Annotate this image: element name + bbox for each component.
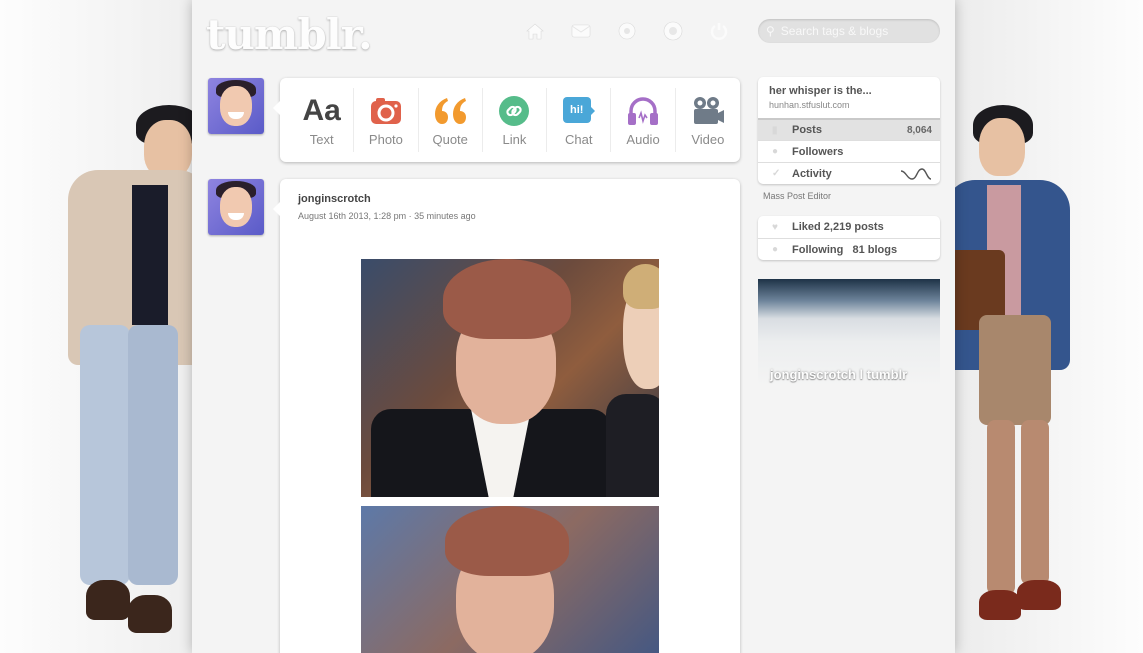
post-author[interactable]: jonginscrotch xyxy=(298,193,371,205)
sidebar-item-label: Liked 2,219 posts xyxy=(792,221,884,233)
right-background-photo xyxy=(935,0,1143,653)
post-type-text[interactable]: Aa Text xyxy=(290,88,355,152)
following-icon: ● xyxy=(772,244,779,255)
post-type-label: Photo xyxy=(368,132,403,147)
sidebar: her whisper is the... hunhan.stfuslut.co… xyxy=(758,77,940,260)
activity-sparkline xyxy=(900,167,932,180)
post-type-link[interactable]: Link xyxy=(483,88,548,152)
right-model-figure xyxy=(935,100,1085,653)
search-bar[interactable]: ⚲ xyxy=(758,19,940,43)
post-type-chat[interactable]: hi! Chat xyxy=(547,88,612,152)
post-type-label: Chat xyxy=(565,132,593,147)
blog-header[interactable]: her whisper is the... hunhan.stfuslut.co… xyxy=(758,77,940,118)
dashboard-column: tumblr. ⚲ Aa Text xyxy=(192,0,955,653)
account-icon[interactable] xyxy=(660,20,686,42)
text-icon: Aa xyxy=(302,94,341,127)
blog-title[interactable]: her whisper is the... xyxy=(769,85,929,97)
power-icon[interactable] xyxy=(706,20,732,42)
chat-icon: hi! xyxy=(562,94,595,128)
sidebar-item-label: Following 81 blogs xyxy=(792,243,898,256)
followers-icon: ● xyxy=(772,146,779,157)
tumblr-logo[interactable]: tumblr. xyxy=(206,10,373,59)
sidebar-item-following[interactable]: ● Following 81 blogs xyxy=(758,238,940,260)
stats-card: ♥ Liked 2,219 posts ● Following 81 blogs xyxy=(758,216,940,260)
quote-icon xyxy=(432,94,468,128)
post-date[interactable]: August 16th 2013, 1:28 pm · 35 minutes a… xyxy=(298,211,476,221)
post-photo[interactable] xyxy=(361,259,659,497)
sidebar-item-label: Followers xyxy=(792,145,844,158)
home-icon[interactable] xyxy=(522,20,548,42)
photo-post: jonginscrotch August 16th 2013, 1:28 pm … xyxy=(273,179,740,653)
left-background-photo xyxy=(0,0,208,653)
headphones-icon xyxy=(626,94,660,128)
posts-count: 8,064 xyxy=(906,124,932,136)
new-post-bar: Aa Text Photo Quote Link hi! Chat Audio … xyxy=(273,78,740,162)
post-type-label: Link xyxy=(502,132,527,147)
search-icon: ⚲ xyxy=(766,24,775,38)
mail-icon[interactable] xyxy=(568,20,594,42)
heart-icon: ♥ xyxy=(772,221,778,233)
post-type-video[interactable]: Video xyxy=(676,88,740,152)
sidebar-banner[interactable]: jonginscrotch l tumblr xyxy=(758,279,940,459)
sidebar-item-posts[interactable]: ▮ Posts 8,064 xyxy=(758,118,940,140)
search-input[interactable] xyxy=(780,24,931,38)
sidebar-item-activity[interactable]: ✓ Activity xyxy=(758,162,940,184)
blog-url[interactable]: hunhan.stfuslut.com xyxy=(769,100,929,110)
link-icon xyxy=(498,94,530,128)
post-type-quote[interactable]: Quote xyxy=(419,88,483,152)
post-type-photo[interactable]: Photo xyxy=(354,88,419,152)
top-nav xyxy=(522,20,732,42)
avatar[interactable] xyxy=(208,78,264,134)
sidebar-item-label: Posts xyxy=(792,124,822,136)
left-model-figure xyxy=(60,100,210,653)
sidebar-item-likes[interactable]: ♥ Liked 2,219 posts xyxy=(758,216,940,238)
post-type-audio[interactable]: Audio xyxy=(611,88,676,152)
post-type-label: Audio xyxy=(626,132,660,147)
sidebar-item-label: Activity xyxy=(792,167,832,180)
compass-icon[interactable] xyxy=(614,20,640,42)
camera-icon xyxy=(370,94,402,128)
mass-post-editor-link[interactable]: Mass Post Editor xyxy=(763,191,940,201)
post-avatar[interactable] xyxy=(208,179,264,235)
video-camera-icon xyxy=(691,94,725,128)
post-type-label: Video xyxy=(691,132,725,147)
post-type-label: Text xyxy=(309,132,334,147)
document-icon: ▮ xyxy=(772,124,778,136)
banner-text: jonginscrotch l tumblr xyxy=(770,367,908,382)
blog-card: her whisper is the... hunhan.stfuslut.co… xyxy=(758,77,940,184)
sidebar-item-followers[interactable]: ● Followers xyxy=(758,140,940,162)
post-photo[interactable] xyxy=(361,506,659,653)
activity-icon: ✓ xyxy=(772,168,781,179)
post-type-label: Quote xyxy=(432,132,468,147)
